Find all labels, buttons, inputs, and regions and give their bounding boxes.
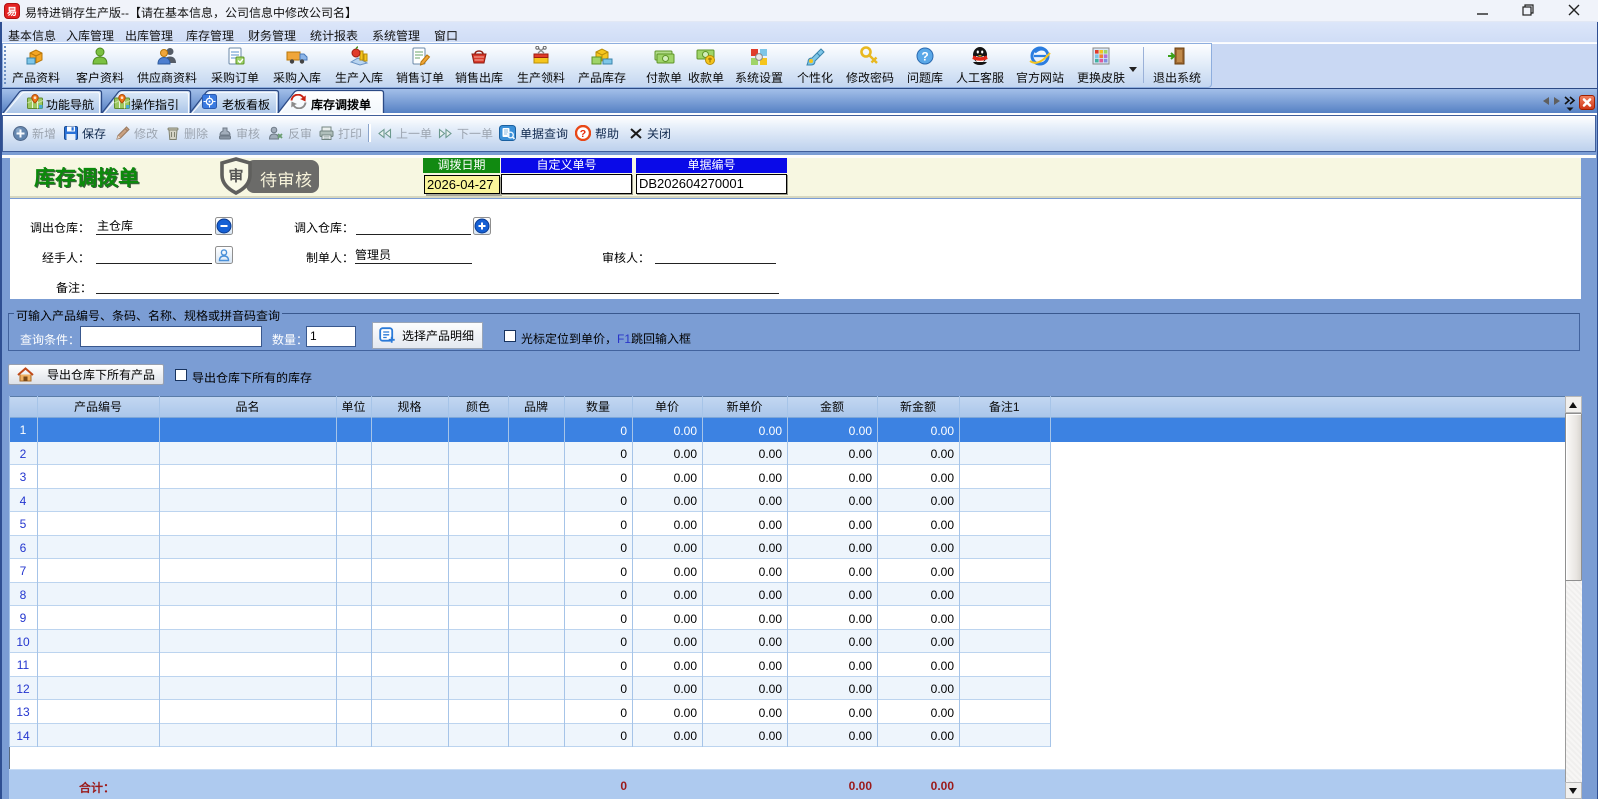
svg-text:?: ? xyxy=(580,128,586,140)
svg-text:?: ? xyxy=(921,50,928,64)
svg-text:审: 审 xyxy=(228,165,243,186)
